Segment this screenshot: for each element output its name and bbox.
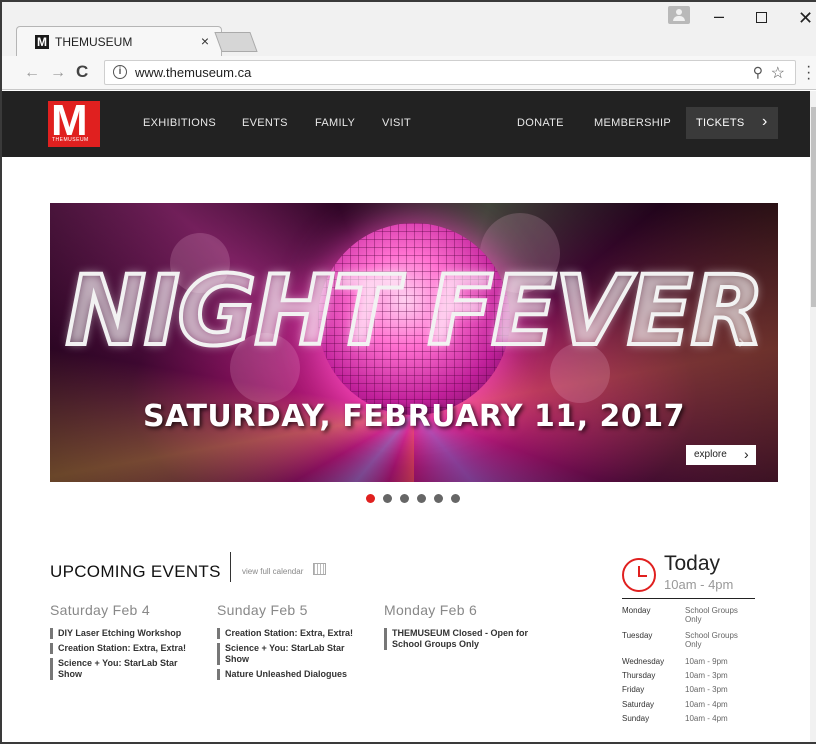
nav-donate[interactable]: DONATE bbox=[517, 117, 564, 129]
hours-day: Friday bbox=[622, 685, 645, 694]
page-scrollbar[interactable] bbox=[810, 91, 816, 742]
event-link[interactable]: Nature Unleashed Dialogues bbox=[217, 669, 377, 680]
hours-time: 10am - 3pm bbox=[685, 671, 728, 680]
hero-date: SATURDAY, FEBRUARY 11, 2017 bbox=[142, 399, 686, 434]
event-link[interactable]: Science + You: StarLab Star Show bbox=[50, 658, 180, 680]
back-arrow-icon[interactable]: ← bbox=[24, 64, 40, 82]
hours-day: Monday bbox=[622, 606, 651, 615]
day-title: Sunday Feb 5 bbox=[217, 602, 308, 618]
nav-exhibitions[interactable]: EXHIBITIONS bbox=[143, 117, 216, 129]
hours-day: Sunday bbox=[622, 714, 650, 723]
slide-dot[interactable] bbox=[417, 494, 426, 503]
event-link[interactable]: DIY Laser Etching Workshop bbox=[50, 628, 210, 639]
hours-time: 10am - 4pm bbox=[685, 714, 728, 723]
hours-time: School Groups Only bbox=[685, 606, 738, 624]
chevron-right-icon: › bbox=[762, 113, 768, 130]
logo-caption: THEMUSEUM bbox=[52, 137, 89, 143]
event-link[interactable]: Science + You: StarLab Star Show bbox=[217, 643, 347, 665]
nav-membership[interactable]: MEMBERSHIP bbox=[594, 117, 671, 129]
hours-time: 10am - 9pm bbox=[685, 657, 728, 666]
upcoming-events-heading: UPCOMING EVENTS bbox=[50, 562, 221, 581]
view-calendar-link[interactable]: view full calendar bbox=[242, 567, 303, 576]
event-day-column: Sunday Feb 5 Creation Station: Extra, Ex… bbox=[217, 602, 377, 684]
info-icon[interactable]: i bbox=[113, 65, 127, 79]
slide-next-icon[interactable]: › bbox=[738, 331, 745, 354]
event-link[interactable]: Creation Station: Extra, Extra! bbox=[50, 643, 210, 654]
event-day-column: Saturday Feb 4 DIY Laser Etching Worksho… bbox=[50, 602, 210, 684]
browser-tab[interactable]: M THEMUSEUM × bbox=[16, 26, 222, 56]
nav-family[interactable]: FAMILY bbox=[315, 117, 355, 129]
url-text[interactable]: www.themuseum.ca bbox=[135, 65, 251, 80]
day-title: Saturday Feb 4 bbox=[50, 602, 150, 618]
slide-dot[interactable] bbox=[451, 494, 460, 503]
window-close-button[interactable]: ✕ bbox=[798, 8, 813, 29]
tickets-label: TICKETS bbox=[696, 117, 745, 129]
hours-day: Tuesday bbox=[622, 631, 653, 640]
nav-events[interactable]: EVENTS bbox=[242, 117, 288, 129]
today-hours: 10am - 4pm bbox=[664, 577, 734, 592]
hours-time: School Groups Only bbox=[685, 631, 738, 649]
address-bar[interactable]: i www.themuseum.ca ⚲ ☆ bbox=[104, 60, 796, 85]
slide-dot[interactable] bbox=[383, 494, 392, 503]
chevron-right-icon: › bbox=[744, 446, 749, 462]
hero-banner[interactable]: NIGHT FEVER SATURDAY, FEBRUARY 11, 2017 … bbox=[50, 203, 778, 482]
explore-label: explore bbox=[694, 449, 727, 460]
site-header: M THEMUSEUM EXHIBITIONS EVENTS FAMILY VI… bbox=[2, 91, 810, 157]
slide-dot[interactable] bbox=[366, 494, 375, 503]
slide-dot[interactable] bbox=[400, 494, 409, 503]
event-day-column: Monday Feb 6 THEMUSEUM Closed - Open for… bbox=[384, 602, 544, 654]
divider bbox=[622, 598, 755, 599]
maximize-button[interactable] bbox=[756, 12, 767, 23]
bookmark-star-icon[interactable]: ☆ bbox=[771, 63, 785, 83]
reload-icon[interactable]: C bbox=[76, 62, 88, 82]
tickets-button[interactable]: TICKETS › bbox=[686, 107, 778, 139]
explore-button[interactable]: explore › bbox=[686, 445, 756, 465]
scrollbar-thumb[interactable] bbox=[811, 107, 816, 307]
clock-icon bbox=[622, 558, 656, 592]
browser-window: M THEMUSEUM × – ✕ ← → C i www.themuseum.… bbox=[0, 0, 816, 744]
nav-visit[interactable]: VISIT bbox=[382, 117, 411, 129]
minimize-button[interactable]: – bbox=[714, 6, 724, 27]
themuseum-logo[interactable]: M THEMUSEUM bbox=[48, 99, 100, 147]
slide-dot[interactable] bbox=[434, 494, 443, 503]
browser-toolbar: ← → C i www.themuseum.ca ⚲ ☆ · · · bbox=[2, 56, 816, 90]
browser-titlebar: M THEMUSEUM × – ✕ bbox=[2, 2, 816, 56]
hours-day: Thursday bbox=[622, 671, 656, 680]
hours-day: Wednesday bbox=[622, 657, 665, 666]
browser-menu-icon[interactable]: · · · bbox=[806, 59, 811, 87]
hero-headline: NIGHT FEVER bbox=[63, 255, 766, 367]
today-title: Today bbox=[664, 552, 721, 575]
tab-title: THEMUSEUM bbox=[55, 35, 133, 49]
forward-arrow-icon[interactable]: → bbox=[50, 64, 66, 82]
event-link[interactable]: THEMUSEUM Closed - Open for School Group… bbox=[384, 628, 544, 650]
tab-close-icon[interactable]: × bbox=[201, 33, 209, 49]
museum-favicon-icon: M bbox=[35, 35, 49, 49]
event-link[interactable]: Creation Station: Extra, Extra! bbox=[217, 628, 377, 639]
zoom-icon[interactable]: ⚲ bbox=[753, 64, 763, 81]
day-title: Monday Feb 6 bbox=[384, 602, 478, 618]
hours-time: 10am - 4pm bbox=[685, 700, 728, 709]
divider bbox=[230, 552, 231, 582]
hours-time: 10am - 3pm bbox=[685, 685, 728, 694]
calendar-icon[interactable] bbox=[313, 563, 326, 575]
hours-day: Saturday bbox=[622, 700, 655, 709]
profile-icon[interactable] bbox=[668, 6, 690, 24]
new-tab-button[interactable] bbox=[214, 32, 258, 52]
